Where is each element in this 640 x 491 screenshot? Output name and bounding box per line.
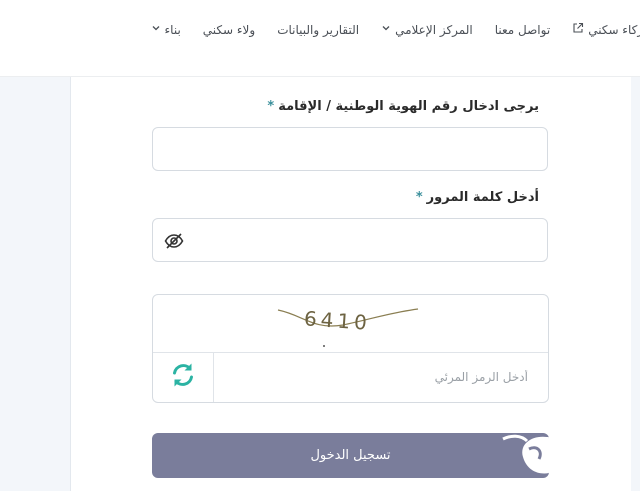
captcha-refresh-button[interactable] — [153, 352, 214, 402]
captcha-input[interactable] — [214, 352, 548, 402]
nav-item-label: ولاء سكني — [202, 22, 256, 37]
nav-item-label: التقارير والبيانات — [277, 22, 360, 37]
nav-item-walaa-sakani[interactable]: ولاء سكني — [203, 23, 255, 37]
password-field[interactable] — [152, 218, 548, 262]
top-navigation: بناء ولاء سكني التقارير والبيانات المركز… — [0, 0, 640, 77]
required-mark: * — [267, 99, 275, 114]
nav-item-contact[interactable]: تواصل معنا — [495, 23, 550, 37]
page-background: يرجى ادخال رقم الهوية الوطنية / الإقامة*… — [0, 77, 640, 491]
nav-item-media-center[interactable]: المركز الإعلامي — [381, 23, 473, 37]
required-mark: * — [415, 190, 423, 205]
id-number-input[interactable] — [152, 127, 548, 171]
id-number-label-text: يرجى ادخال رقم الهوية الوطنية / الإقامة — [278, 99, 539, 114]
login-button-label: تسجيل الدخول — [310, 448, 391, 463]
external-link-icon — [572, 22, 584, 37]
refresh-icon — [168, 360, 198, 394]
password-label: أدخل كلمة المرور* — [416, 190, 539, 205]
nav-item-reports[interactable]: التقارير والبيانات — [277, 23, 359, 37]
password-label-text: أدخل كلمة المرور — [426, 190, 539, 205]
nav-item-label: شركاء سكني — [588, 22, 640, 37]
chevron-down-icon — [381, 23, 391, 36]
nav-item-label: المركز الإعلامي — [395, 22, 473, 37]
captcha-image: 6410 — [153, 295, 548, 353]
nav-item-partners[interactable]: شركاء سكني — [572, 22, 640, 37]
login-card: يرجى ادخال رقم الهوية الوطنية / الإقامة*… — [70, 77, 631, 491]
chevron-down-icon — [151, 23, 161, 36]
nav-item-label: تواصل معنا — [494, 22, 551, 37]
eye-slash-icon[interactable] — [163, 230, 185, 252]
captcha-box: 6410 — [152, 294, 549, 403]
nav-item-build[interactable]: بناء — [151, 23, 181, 37]
nav-item-label: بناء — [164, 22, 181, 37]
captcha-code: 6410 — [303, 306, 371, 335]
login-button[interactable]: تسجيل الدخول — [152, 433, 549, 478]
decorative-swoosh-icon — [499, 433, 549, 478]
nav-list: بناء ولاء سكني التقارير والبيانات المركز… — [151, 22, 640, 37]
id-number-label: يرجى ادخال رقم الهوية الوطنية / الإقامة* — [267, 99, 539, 114]
